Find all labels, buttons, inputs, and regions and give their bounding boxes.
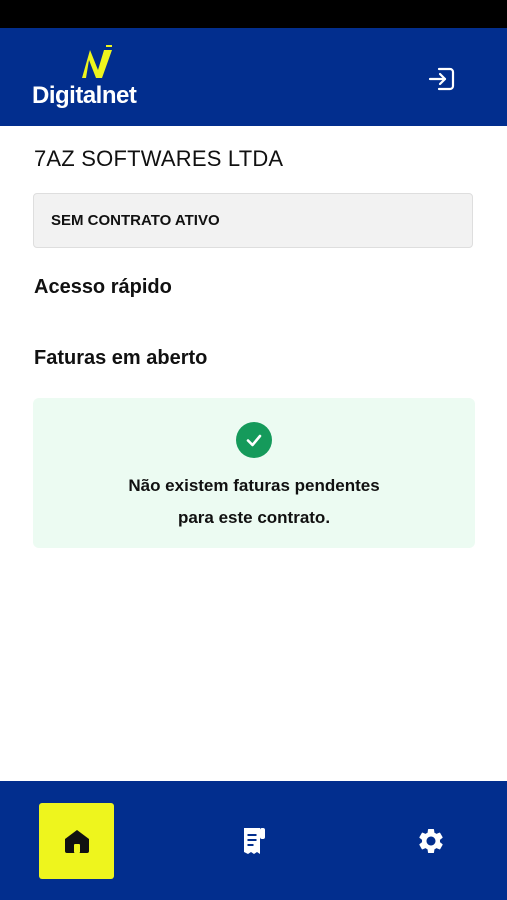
app-header: Digitalnet [0,28,507,126]
check-circle-icon [236,422,272,458]
gear-icon [418,828,443,853]
contract-status-label: SEM CONTRATO ATIVO [51,212,220,229]
home-icon [64,830,89,853]
status-bar [0,0,507,28]
no-invoices-notice: Não existem faturas pendentes para este … [33,398,475,548]
nav-item-invoices[interactable] [216,803,291,879]
digitalnet-logo-icon [82,45,112,78]
open-invoices-title: Faturas em aberto [34,347,208,369]
brand-name: Digitalnet [32,82,137,109]
no-invoices-message-line2: para este contrato. [177,508,331,527]
brand-logo: Digitalnet [32,44,162,114]
contract-status-card[interactable]: SEM CONTRATO ATIVO [33,193,473,248]
no-invoices-message-line1: Não existem faturas pendentes [128,476,380,495]
no-invoices-message: Não existem faturas pendentes para este … [33,470,475,534]
nav-item-settings[interactable] [393,803,468,879]
company-name: 7AZ SOFTWARES LTDA [34,146,284,171]
quick-access-title: Acesso rápido [34,276,172,298]
nav-item-home[interactable] [39,803,114,879]
logout-button[interactable] [424,62,460,96]
logout-icon [428,67,455,91]
invoice-icon [243,828,265,854]
bottom-navigation [0,781,507,900]
